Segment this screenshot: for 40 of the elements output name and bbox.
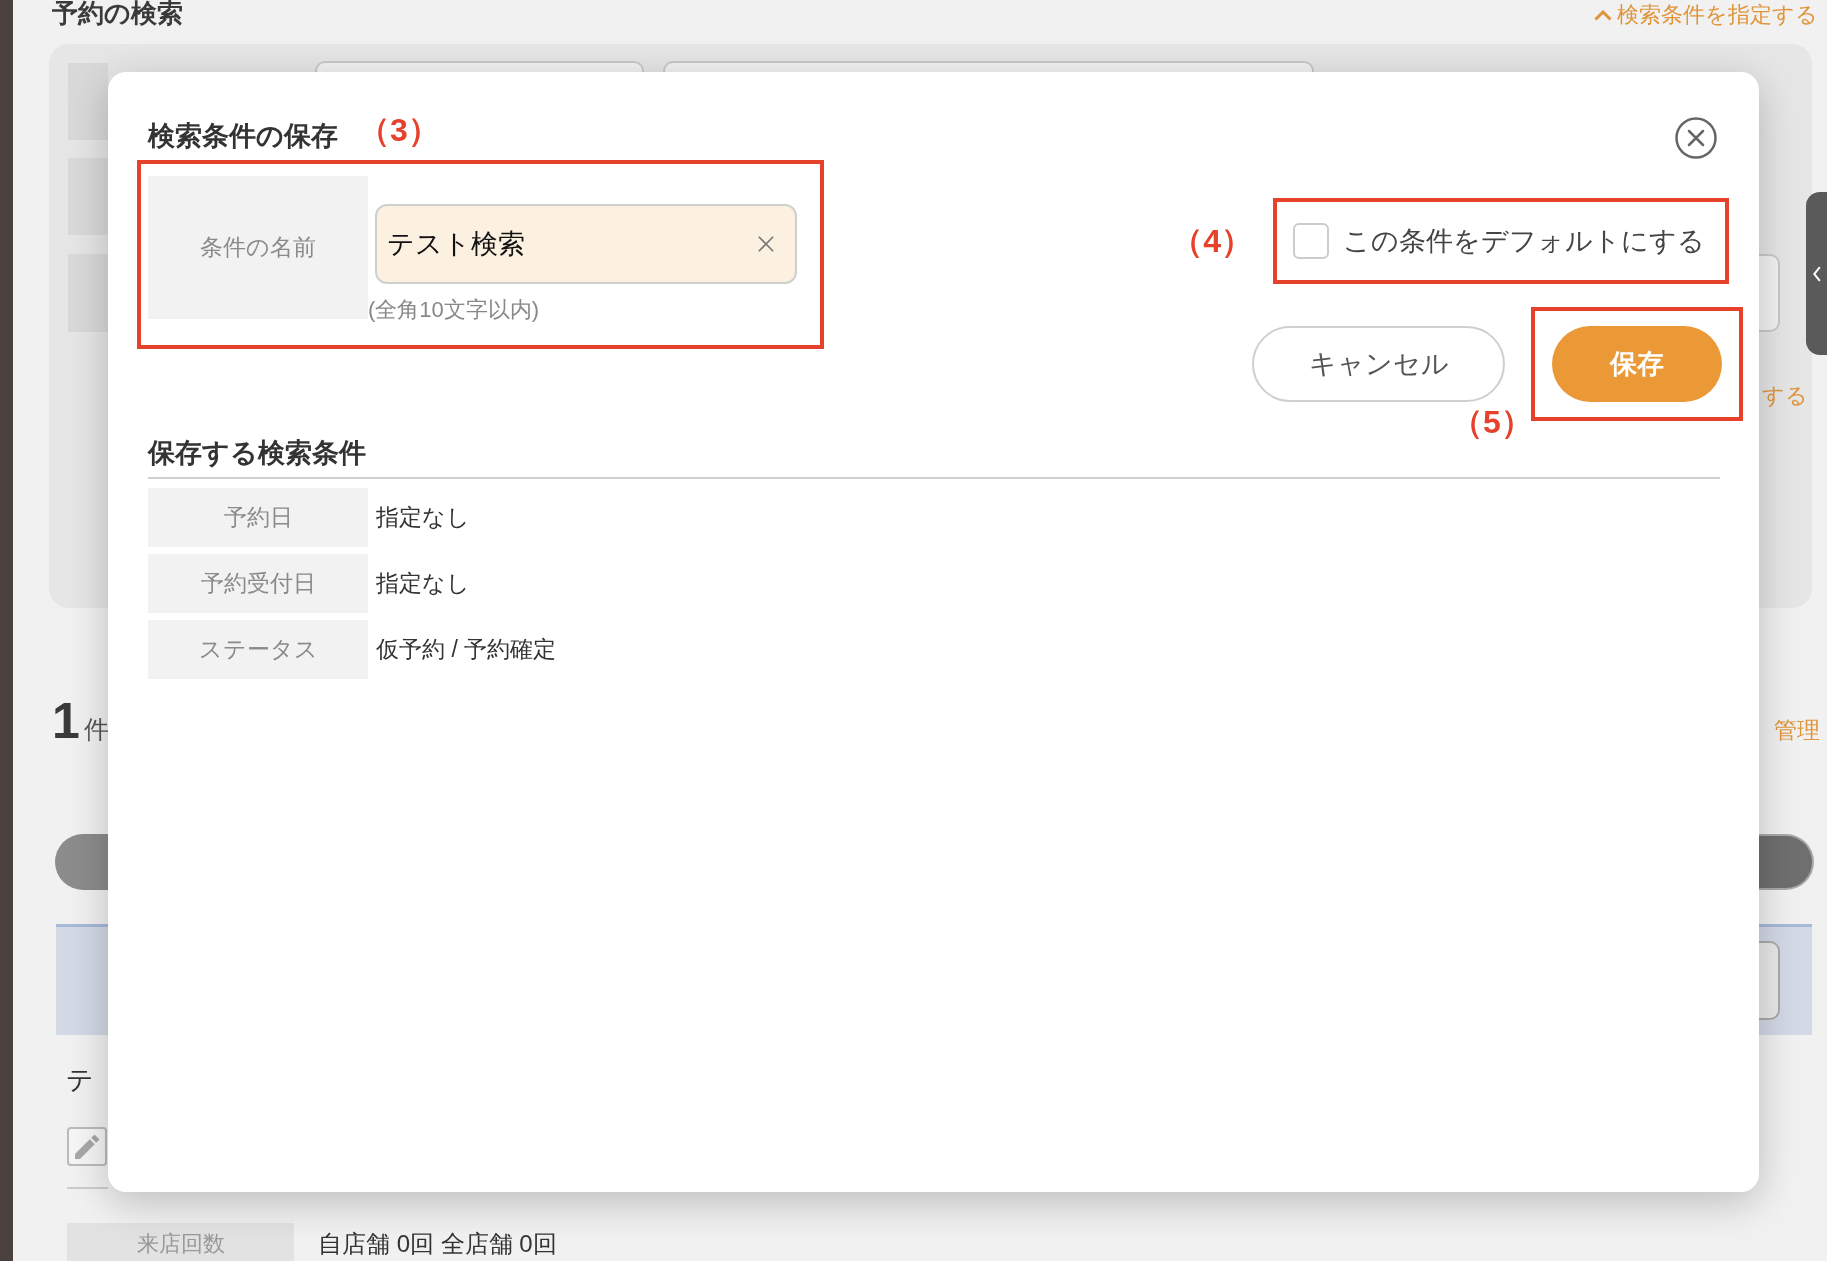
visit-count-label: 来店回数 — [67, 1223, 294, 1261]
condition-label: 予約受付日 — [148, 554, 368, 613]
manage-link[interactable]: 管理 — [1774, 716, 1820, 744]
cancel-button[interactable]: キャンセル — [1252, 326, 1505, 402]
pencil-icon — [75, 1134, 99, 1159]
clear-icon[interactable] — [757, 235, 775, 253]
toggle-link[interactable]: 検索条件を指定する — [1594, 3, 1818, 27]
text-field[interactable] — [663, 61, 1314, 72]
panel-link[interactable]: する — [1762, 383, 1808, 409]
field-label: 条件の名前 — [148, 176, 368, 319]
condition-label: ステータス — [148, 620, 368, 679]
select-field[interactable] — [1759, 254, 1780, 332]
text-field[interactable] — [315, 61, 644, 72]
annotation-label: （5） — [1451, 403, 1533, 442]
condition-value: 仮予約 / 予約確定 — [376, 635, 557, 665]
side-panel-tab[interactable] — [1806, 192, 1827, 355]
count-unit: 件 — [83, 714, 109, 744]
chevron-left-icon — [1812, 264, 1821, 283]
record-title: テ — [66, 1065, 94, 1095]
close-icon[interactable] — [1675, 117, 1717, 159]
annotation-label: （3） — [358, 111, 440, 150]
save-button[interactable]: 保存 — [1552, 326, 1722, 402]
condition-value: 指定なし — [376, 569, 470, 599]
page-title: 予約の検索 — [52, 0, 183, 26]
visit-count-value: 自店舗 0回 全店舗 0回 — [318, 1229, 557, 1259]
condition-label: 予約日 — [148, 488, 368, 547]
pill-button[interactable] — [1759, 834, 1814, 890]
section-title: 保存する検索条件 — [148, 437, 366, 469]
result-count: 1 — [52, 696, 80, 746]
header-button[interactable] — [1759, 941, 1780, 1020]
annotation-label: （4） — [1171, 222, 1253, 261]
edit-button[interactable] — [67, 1127, 107, 1166]
text-input[interactable]: テスト検索 — [375, 204, 797, 284]
field-hint: (全角10文字以内) — [368, 297, 541, 323]
pill-button[interactable] — [55, 834, 108, 890]
condition-value: 指定なし — [376, 503, 470, 533]
chevron-up-icon — [1594, 9, 1612, 21]
checkbox[interactable] — [1293, 223, 1329, 259]
checkbox-label: この条件をデフォルトにする — [1343, 225, 1705, 258]
dialog-title: 検索条件の保存 — [148, 120, 338, 153]
